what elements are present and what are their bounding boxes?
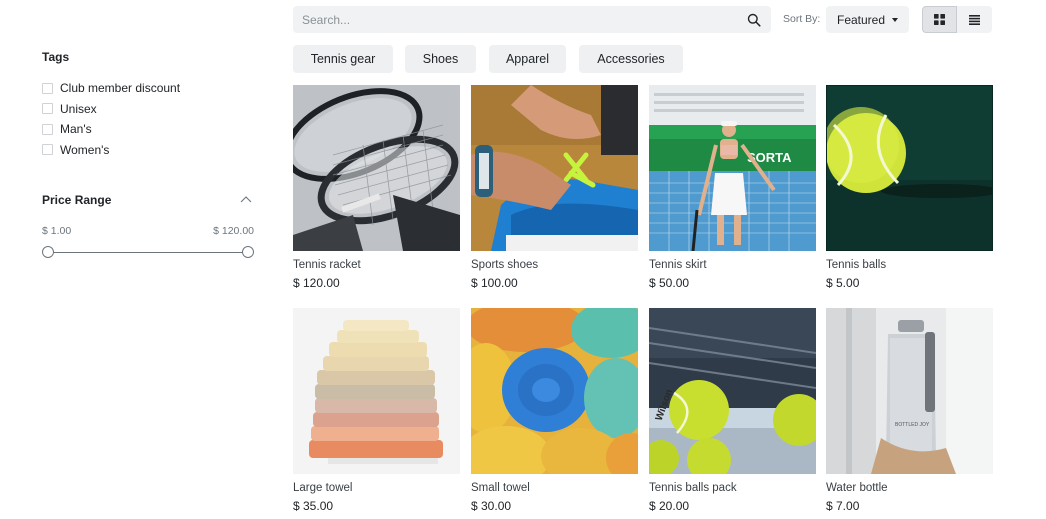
product-name: Tennis racket [293,259,361,271]
slider-track [46,251,250,253]
category-chip-apparel[interactable]: Apparel [489,45,566,73]
product-name: Tennis balls pack [649,482,737,494]
list-icon [969,14,980,25]
product-name: Tennis skirt [649,259,707,271]
product-name: Water bottle [826,482,888,494]
product-card-small-towel[interactable]: Small towel $ 30.00 [471,308,638,513]
product-name: Sports shoes [471,259,539,271]
product-name: Tennis balls [826,259,887,271]
product-card-tennis-racket[interactable]: Tennis racket $ 120.00 [293,85,460,290]
product-name: Small towel [471,482,530,494]
product-price: $ 20.00 [649,499,690,513]
tag-checkbox[interactable] [42,144,53,156]
search-icon[interactable] [747,13,761,27]
slider-min-handle[interactable] [42,246,54,258]
product-name: Large towel [293,482,353,494]
search-input[interactable] [302,12,747,27]
price-range-values: $ 1.00 $ 120.00 [42,225,254,237]
product-price: $ 35.00 [293,499,334,513]
tag-checkbox[interactable] [42,82,53,94]
tag-checkbox[interactable] [42,103,53,115]
list-view-button[interactable] [957,6,992,33]
filter-sidebar: Tags Club member discount Unisex Man's W… [42,50,254,258]
tag-womens[interactable]: Women's [42,140,254,161]
product-image[interactable] [471,85,638,251]
search-bar [293,6,771,33]
slider-max-handle[interactable] [242,246,254,258]
product-card-large-towel[interactable]: Large towel $ 35.00 [293,308,460,513]
product-image[interactable] [293,85,460,251]
price-max-value: $ 120.00 [213,225,254,237]
product-image[interactable]: Wilson [649,308,816,474]
price-range-slider[interactable] [42,246,254,258]
tag-unisex[interactable]: Unisex [42,99,254,120]
product-price: $ 120.00 [293,276,340,290]
category-chip-shoes[interactable]: Shoes [405,45,476,73]
product-image[interactable] [293,308,460,474]
tag-label: Man's [60,122,92,137]
product-price: $ 30.00 [471,499,512,513]
caret-down-icon [892,17,899,22]
price-range-heading: Price Range [42,193,112,207]
product-price: $ 100.00 [471,276,518,290]
sort-by-label: Sort By: [783,13,821,25]
svg-text:BOTTLED JOY: BOTTLED JOY [895,422,930,428]
product-price: $ 50.00 [649,276,690,290]
tag-mans[interactable]: Man's [42,119,254,140]
product-image[interactable] [826,85,993,251]
sort-dropdown[interactable]: Featured [826,6,909,33]
product-image[interactable] [471,308,638,474]
product-card-sports-shoes[interactable]: Sports shoes $ 100.00 [471,85,638,290]
grid-view-button[interactable] [922,6,957,33]
category-chip-tennis-gear[interactable]: Tennis gear [293,45,393,73]
product-price: $ 5.00 [826,276,860,290]
product-card-water-bottle[interactable]: BOTTLED JOY Water bottle $ 7.00 [826,308,993,513]
tag-club-member-discount[interactable]: Club member discount [42,78,254,99]
product-price: $ 7.00 [826,499,860,513]
product-image[interactable]: SORTA [649,85,816,251]
product-image[interactable]: BOTTLED JOY [826,308,993,474]
tag-checkbox[interactable] [42,123,53,135]
chevron-up-icon[interactable] [240,195,254,205]
product-card-tennis-balls-pack[interactable]: Wilson Tennis balls pack $ 20.00 [649,308,816,513]
category-chip-accessories[interactable]: Accessories [579,45,683,73]
product-card-tennis-balls[interactable]: Tennis balls $ 5.00 [826,85,993,290]
tag-label: Club member discount [60,81,181,96]
grid-icon [934,14,945,25]
tag-label: Women's [60,142,110,157]
price-range-header[interactable]: Price Range [42,193,254,207]
sort-selected-value: Featured [837,12,886,27]
tag-label: Unisex [60,101,97,116]
tags-heading: Tags [42,50,70,64]
product-card-tennis-skirt[interactable]: SORTA Tennis skirt $ 50.00 [649,85,816,290]
price-min-value: $ 1.00 [42,225,72,237]
